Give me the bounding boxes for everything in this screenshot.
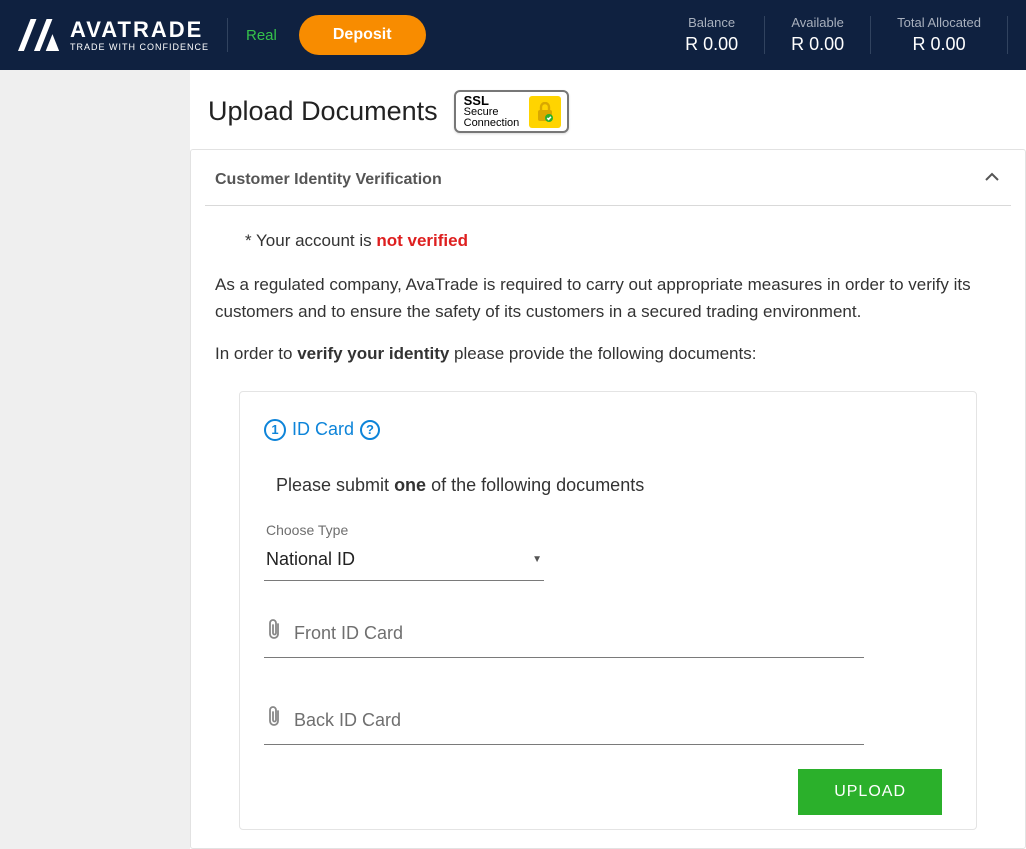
info-paragraph-2: In order to verify your identity please …	[215, 341, 1001, 367]
logo-mark-icon	[18, 19, 60, 51]
back-id-upload[interactable]: Back ID Card	[264, 698, 864, 745]
stat-label: Balance	[688, 15, 735, 30]
brand-name: AVATRADE	[70, 19, 209, 41]
chevron-up-icon	[983, 168, 1001, 191]
account-stats: Balance R 0.00 Available R 0.00 Total Al…	[659, 15, 1008, 55]
caret-down-icon: ▼	[532, 552, 542, 568]
step-number-icon: 1	[264, 419, 286, 441]
deposit-button[interactable]: Deposit	[299, 15, 426, 55]
paperclip-icon	[266, 706, 282, 736]
card-subtitle: Please submit one of the following docum…	[276, 472, 952, 500]
verification-panel: Customer Identity Verification * Your ac…	[190, 149, 1026, 849]
stat-value: R 0.00	[913, 34, 966, 55]
brand-tagline: TRADE WITH CONFIDENCE	[70, 43, 209, 52]
document-type-select[interactable]: National ID ▼	[264, 542, 544, 581]
stat-value: R 0.00	[791, 34, 844, 55]
id-card-section: 1 ID Card ? Please submit one of the fol…	[239, 391, 977, 830]
paperclip-icon	[266, 619, 282, 649]
stat-label: Available	[791, 15, 844, 30]
panel-title: Customer Identity Verification	[215, 171, 442, 189]
page-content: Upload Documents SSL Secure Connection C…	[190, 70, 1026, 849]
file-placeholder: Back ID Card	[294, 707, 401, 735]
account-status: * Your account is not verified	[245, 228, 1001, 254]
stat-allocated: Total Allocated R 0.00	[871, 15, 1007, 55]
select-value: National ID	[266, 546, 355, 574]
front-id-upload[interactable]: Front ID Card	[264, 611, 864, 658]
status-prefix: * Your account is	[245, 231, 376, 250]
status-value: not verified	[376, 231, 468, 250]
panel-header[interactable]: Customer Identity Verification	[191, 150, 1025, 205]
file-placeholder: Front ID Card	[294, 620, 403, 648]
lock-icon	[529, 96, 561, 128]
ssl-line3: Connection	[464, 118, 520, 129]
stat-label: Total Allocated	[897, 15, 981, 30]
help-icon[interactable]: ?	[360, 420, 380, 440]
ssl-badge: SSL Secure Connection	[454, 90, 570, 133]
stat-balance: Balance R 0.00	[659, 15, 764, 55]
brand-logo[interactable]: AVATRADE TRADE WITH CONFIDENCE	[18, 19, 209, 52]
upload-button[interactable]: UPLOAD	[798, 769, 942, 815]
app-header: AVATRADE TRADE WITH CONFIDENCE Real Depo…	[0, 0, 1026, 70]
choose-type-label: Choose Type	[266, 520, 952, 542]
stat-available: Available R 0.00	[765, 15, 870, 55]
stat-value: R 0.00	[685, 34, 738, 55]
divider	[1007, 16, 1008, 54]
page-title: Upload Documents	[208, 96, 438, 127]
card-title: ID Card	[292, 416, 354, 444]
divider	[227, 18, 228, 52]
info-paragraph-1: As a regulated company, AvaTrade is requ…	[215, 272, 1001, 325]
account-mode[interactable]: Real	[246, 27, 277, 44]
